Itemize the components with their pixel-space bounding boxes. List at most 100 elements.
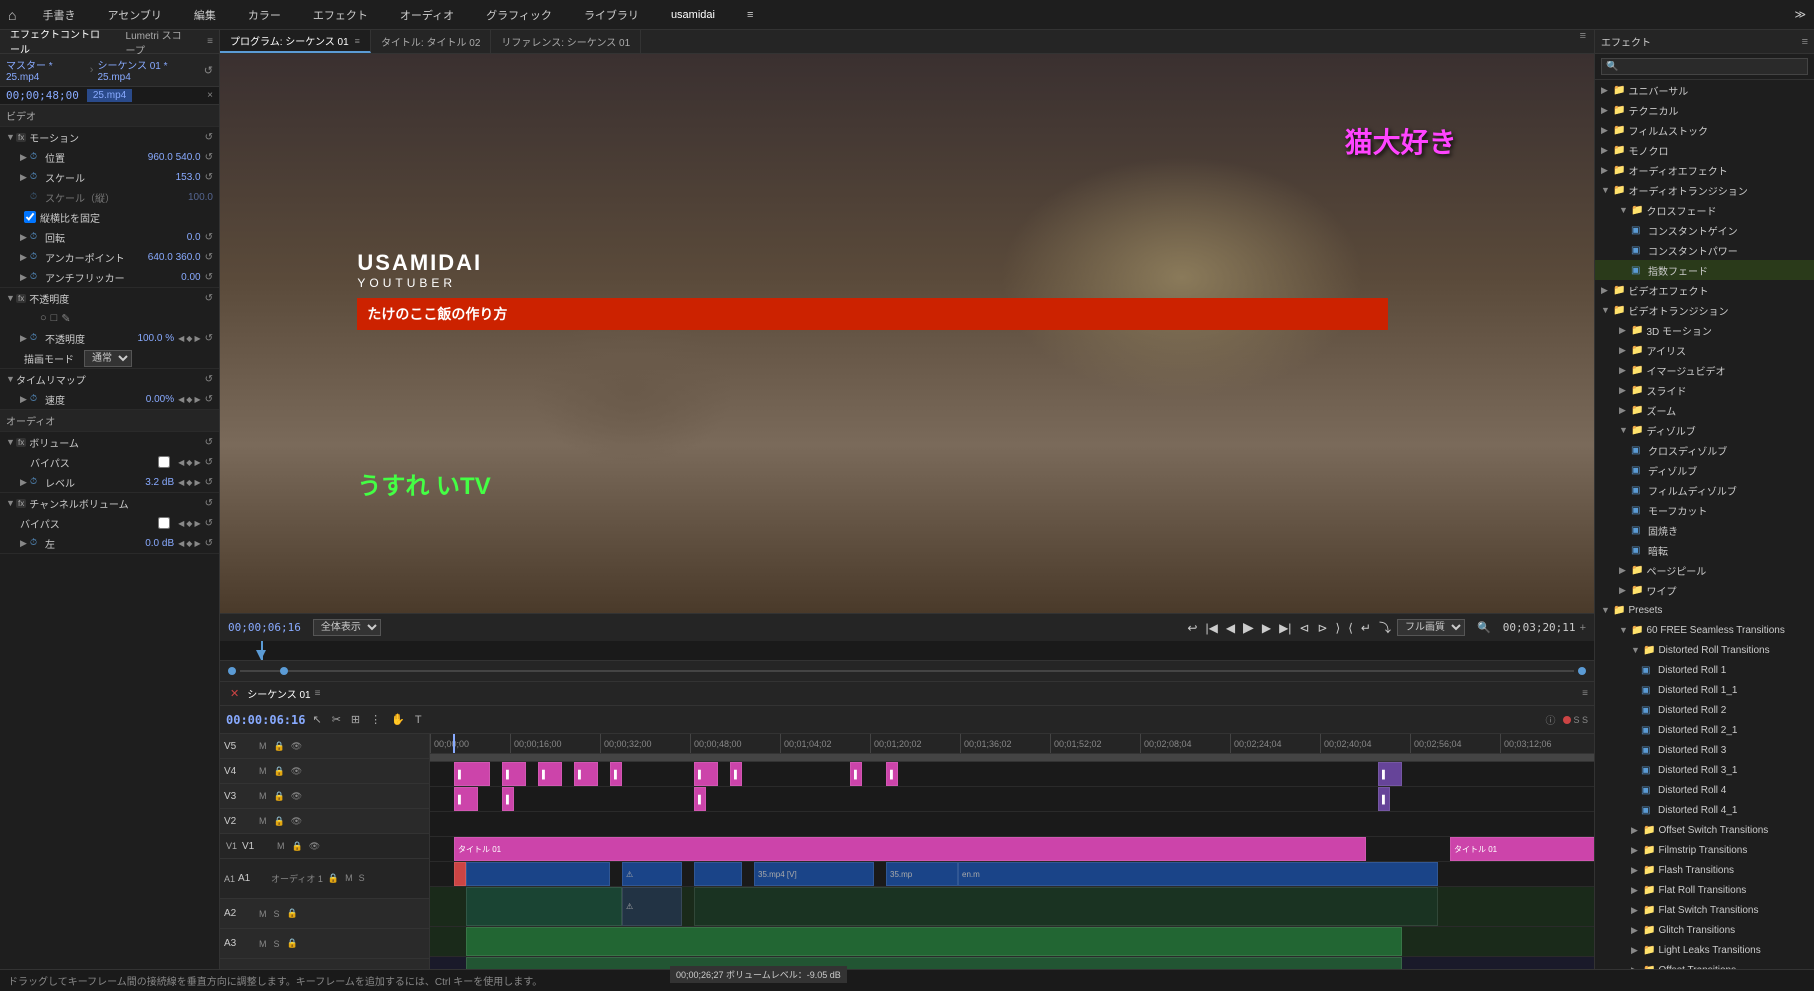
v5-clip-3[interactable]: ▌ [538, 762, 562, 786]
ch-left-row[interactable]: ▶ ⏱ 左 0.0 dB ◀◆▶ ↺ [0, 533, 219, 553]
tree-item-universal[interactable]: ▶ 📁 ユニバーサル [1595, 80, 1814, 100]
blend-mode-row[interactable]: 描画モード 通常 [0, 348, 219, 368]
tree-child-crossfade[interactable]: ▼ 📁 クロスフェード [1595, 200, 1814, 220]
ch-bypass-row[interactable]: バイパス ◀◆▶ ↺ [0, 513, 219, 533]
a3-lock-btn[interactable]: 🔒 [285, 937, 300, 950]
blend-mode-select[interactable]: 通常 [84, 350, 132, 367]
seq-settings-btn[interactable]: S S [1573, 715, 1588, 725]
out-point-btn[interactable]: ⟨ [1346, 619, 1355, 637]
v1-clip-4[interactable]: 35.mp4 [V] [754, 862, 874, 886]
tree-item-technical[interactable]: ▶ 📁 テクニカル [1595, 100, 1814, 120]
tree-gc-cross-dissolve[interactable]: ▣ クロスディゾルブ [1595, 440, 1814, 460]
v2-track[interactable]: タイトル 01 タイトル 01 [430, 837, 1594, 862]
tree-item-presets[interactable]: ▼ 📁 Presets [1595, 600, 1814, 620]
scrubber-handle[interactable] [280, 667, 288, 675]
position-value[interactable]: 960.0 540.0 [148, 152, 201, 163]
anchor-ratio-row[interactable]: 縦横比を固定 [0, 207, 219, 227]
v2-eye-btn[interactable]: 👁 [289, 815, 304, 828]
opacity-value-row[interactable]: ▶ ⏱ 不透明度 100.0 % ◀◆▶ ↺ [0, 328, 219, 348]
tab-reference-monitor[interactable]: リファレンス: シーケンス 01 [491, 30, 641, 53]
menu-item-more[interactable]: ≫ [1794, 8, 1806, 21]
quality-dropdown[interactable]: フル画質 [1397, 619, 1465, 636]
level-row[interactable]: ▶ ⏱ レベル 3.2 dB ◀◆▶ ↺ [0, 472, 219, 492]
v3-lock-btn[interactable]: 🔒 [272, 790, 287, 803]
rotation-reset[interactable]: ↺ [205, 232, 213, 243]
scale-uniform-value[interactable]: 100.0 [188, 192, 213, 203]
reset-icon[interactable]: ↺ [204, 64, 213, 77]
v3-track[interactable] [430, 812, 1594, 837]
tab-title-monitor[interactable]: タイトル: タイトル 02 [371, 30, 491, 53]
ripple-tool[interactable]: ⊞ [348, 711, 363, 728]
tree-gc-distorted-roll-transitions[interactable]: ▼ 📁 Distorted Roll Transitions [1595, 640, 1814, 660]
speed-value[interactable]: 0.00% [146, 394, 174, 405]
add-marker-btn[interactable]: + [1580, 622, 1586, 634]
volume-bypass-checkbox[interactable] [158, 456, 170, 468]
v4-clip-3[interactable]: ▌ [694, 787, 706, 811]
prev-marker-btn[interactable]: ⊲ [1297, 619, 1311, 637]
seq-tab-menu[interactable]: ≡ [315, 688, 321, 699]
v1-track[interactable]: ⚠ 35.mp4 [V] 35.mp en.m [430, 862, 1594, 887]
position-expand[interactable]: ▶ [20, 152, 30, 163]
tree-item-audio-effects[interactable]: ▶ 📁 オーディオエフェクト [1595, 160, 1814, 180]
tree-gc-exponential-fade[interactable]: ▣ 指数フェード [1595, 260, 1814, 280]
monitor-panel-menu[interactable]: ≡ [1572, 30, 1594, 53]
ch-bypass-checkbox[interactable] [158, 517, 170, 529]
in-point-btn[interactable]: ⟩ [1334, 619, 1343, 637]
tree-gc-fade-to-black[interactable]: ▣ 暗転 [1595, 540, 1814, 560]
tree-item-audio-transitions[interactable]: ▼ 📁 オーディオトランジション [1595, 180, 1814, 200]
v4-track[interactable]: ▌ ▌ ▌ ▌ [430, 787, 1594, 812]
v1-clip-in[interactable] [454, 862, 466, 886]
tree-gc-flat-switch[interactable]: ▶ 📁 Flat Switch Transitions [1595, 900, 1814, 920]
anchor-ratio-checkbox[interactable] [24, 211, 36, 223]
razor-tool[interactable]: ⋮ [367, 711, 384, 728]
step-fwd-btn[interactable]: ▶| [1277, 619, 1293, 637]
seq-tab-active[interactable]: シーケンス 01 [247, 686, 310, 701]
tree-child-slide[interactable]: ▶ 📁 スライド [1595, 380, 1814, 400]
timeline-tracks[interactable]: 00;00;00 00;00;16;00 00;00;32;00 00;00;4… [430, 734, 1594, 991]
scale-value[interactable]: 153.0 [176, 172, 201, 183]
motion-expand[interactable]: ▼ [6, 132, 16, 142]
tree-child-zoom[interactable]: ▶ 📁 ズーム [1595, 400, 1814, 420]
speed-row[interactable]: ▶ ⏱ 速度 0.00% ◀◆▶ ↺ [0, 389, 219, 409]
step-back-btn[interactable]: |◀ [1203, 619, 1219, 637]
view-mode-dropdown[interactable]: 全体表示 [313, 619, 381, 636]
ch-left-value[interactable]: 0.0 dB [145, 538, 174, 549]
v5-eye-btn[interactable]: 👁 [289, 740, 304, 753]
tree-item-monochrome[interactable]: ▶ 📁 モノクロ [1595, 140, 1814, 160]
loop-btn[interactable]: ↩ [1185, 619, 1199, 637]
tree-child-dissolve[interactable]: ▼ 📁 ディゾルブ [1595, 420, 1814, 440]
v4-clip-1[interactable]: ▌ [454, 787, 478, 811]
tree-gc-offset-switch[interactable]: ▶ 📁 Offset Switch Transitions [1595, 820, 1814, 840]
tree-gc-light-leaks[interactable]: ▶ 📁 Light Leaks Transitions [1595, 940, 1814, 960]
a1-waveform-3[interactable] [694, 887, 1438, 926]
a1-track[interactable]: ⚠ [430, 887, 1594, 927]
seq-timecode[interactable]: 00:00:06:16 [226, 713, 305, 727]
tree-gc-glitch[interactable]: ▶ 📁 Glitch Transitions [1595, 920, 1814, 940]
sequence-dropdown[interactable]: シーケンス 01 * 25.mp4 [97, 57, 199, 83]
v5-lock-btn[interactable]: 🔒 [272, 740, 287, 753]
v4-clip-2[interactable]: ▌ [502, 787, 514, 811]
scale-row[interactable]: ▶ ⏱ スケール 153.0 ↺ [0, 167, 219, 187]
a1-waveform-1[interactable] [466, 887, 622, 926]
tree-gc-morph-cut[interactable]: ▣ モーフカット [1595, 500, 1814, 520]
clip-close-btn[interactable]: × [207, 90, 213, 101]
panel-menu-icon[interactable]: ≡ [207, 36, 213, 47]
tree-child-iris[interactable]: ▶ 📁 アイリス [1595, 340, 1814, 360]
level-value[interactable]: 3.2 dB [145, 477, 174, 488]
menu-item-audio[interactable]: オーディオ [394, 3, 460, 27]
tree-child-page-peel[interactable]: ▶ 📁 ページピール [1595, 560, 1814, 580]
tree-gc-filmstrip[interactable]: ▶ 📁 Filmstrip Transitions [1595, 840, 1814, 860]
tree-gc-flat-roll[interactable]: ▶ 📁 Flat Roll Transitions [1595, 880, 1814, 900]
tree-gc-flash[interactable]: ▶ 📁 Flash Transitions [1595, 860, 1814, 880]
anchor-value[interactable]: 640.0 360.0 [148, 252, 201, 263]
a2-clip[interactable] [466, 927, 1402, 956]
motion-reset[interactable]: ↺ [205, 132, 213, 143]
v3-eye-btn[interactable]: 👁 [289, 790, 304, 803]
tree-gc-constant-gain[interactable]: ▣ コンスタントゲイン [1595, 220, 1814, 240]
a2-track[interactable] [430, 927, 1594, 957]
v5-toggle-btn[interactable]: M [257, 740, 269, 752]
v1-clip-6[interactable]: en.m [958, 862, 1438, 886]
anti-flicker-value[interactable]: 0.00 [181, 272, 200, 283]
v1-clip-1[interactable] [466, 862, 610, 886]
tree-item-video-transitions[interactable]: ▼ 📁 ビデオトランジション [1595, 300, 1814, 320]
